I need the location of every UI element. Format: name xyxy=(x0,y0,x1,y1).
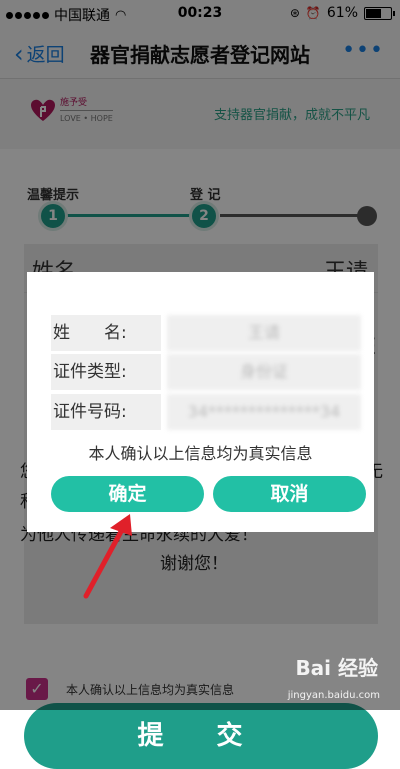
dialog-row-name: 姓 名: 王请 xyxy=(51,315,361,351)
annotation-arrow-icon xyxy=(83,514,132,599)
confirm-dialog: 姓 名: 王请 证件类型: 身份证 证件号码: 34**************… xyxy=(27,272,374,532)
dialog-value-name: 王请 xyxy=(167,315,361,351)
dialog-row-id-type: 证件类型: 身份证 xyxy=(51,354,361,390)
dialog-row-id-number: 证件号码: 34**************34 xyxy=(51,394,361,430)
dialog-label-name: 姓 名: xyxy=(51,315,161,351)
baidu-watermark-url: jingyan.baidu.com xyxy=(287,690,380,701)
baidu-watermark: Bai 经验 xyxy=(295,656,378,680)
submit-button[interactable]: 提 交 xyxy=(24,703,378,769)
confirm-ok-button[interactable]: 确定 xyxy=(51,476,204,512)
dialog-confirm-text: 本人确认以上信息均为真实信息 xyxy=(88,444,313,463)
dialog-value-id-type: 身份证 xyxy=(167,354,361,390)
confirm-cancel-button[interactable]: 取消 xyxy=(213,476,366,512)
dialog-value-id-number: 34**************34 xyxy=(167,394,361,430)
dialog-label-id-type: 证件类型: xyxy=(51,354,161,390)
dialog-label-id-number: 证件号码: xyxy=(51,394,161,430)
